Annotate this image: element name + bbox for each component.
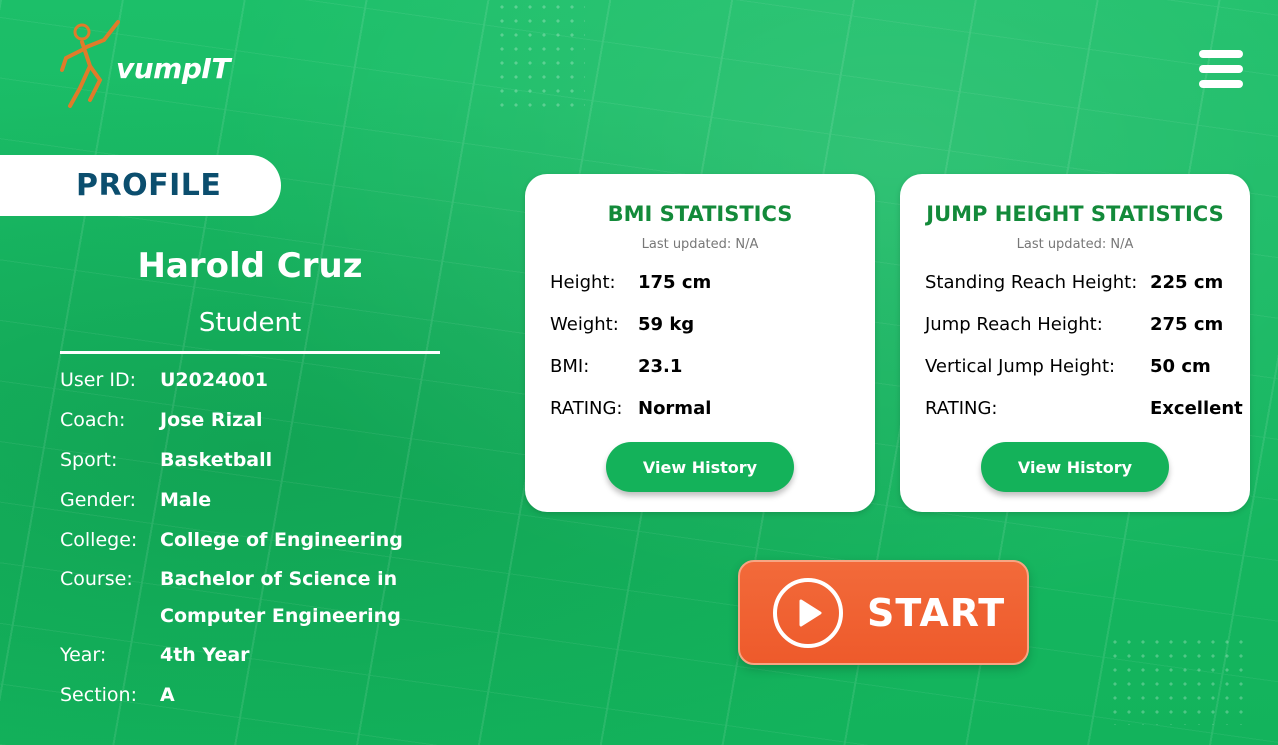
info-label: College: (60, 529, 138, 551)
user-role: Student (198, 308, 302, 338)
info-value: A (160, 684, 175, 706)
start-label: START (867, 590, 1006, 635)
info-value: Jose Rizal (160, 409, 263, 431)
stat-label: BMI: (550, 356, 590, 377)
stat-value: 23.1 (638, 356, 683, 377)
info-row-coach: Coach: Jose Rizal (60, 409, 262, 439)
stat-value: 59 kg (638, 314, 695, 335)
stat-row-rating: RATING: Excellent (925, 398, 1243, 419)
info-value: Male (160, 489, 212, 511)
stat-label: Standing Reach Height: (925, 272, 1138, 293)
stat-label: Height: (550, 272, 616, 293)
info-row-course: Course: Bachelor of Science in Computer … (60, 568, 401, 635)
info-value: U2024001 (160, 369, 268, 391)
card-title: BMI STATISTICS (607, 202, 793, 226)
stat-value: Normal (638, 398, 712, 419)
user-name: Harold Cruz (137, 246, 363, 286)
info-label: User ID: (60, 369, 136, 391)
play-triangle (799, 599, 822, 626)
play-icon (773, 577, 843, 648)
info-label: Course: (60, 568, 133, 590)
bmi-view-history-button[interactable]: View History (606, 442, 794, 492)
info-row-college: College: College of Engineering (60, 529, 403, 559)
stat-label: Vertical Jump Height: (925, 356, 1116, 377)
stat-value: Excellent (1150, 398, 1243, 419)
stat-value: 225 cm (1150, 272, 1224, 293)
stat-row-jump-reach: Jump Reach Height: 275 cm (925, 314, 1223, 335)
stat-label: Weight: (550, 314, 619, 335)
info-row-user-id: User ID: U2024001 (60, 369, 268, 399)
info-row-gender: Gender: Male (60, 489, 211, 519)
stat-row-weight: Weight: 59 kg (550, 314, 694, 335)
info-label: Sport: (60, 449, 118, 471)
info-value: College of Engineering (160, 529, 403, 551)
stat-value: 175 cm (638, 272, 712, 293)
stat-value: 50 cm (1150, 356, 1211, 377)
stat-value: 275 cm (1150, 314, 1224, 335)
info-row-section: Section: A (60, 684, 175, 714)
info-value: Basketball (160, 449, 273, 471)
jumping-person-icon (60, 20, 120, 108)
menu-bar (1199, 65, 1243, 73)
dot-pattern-decoration (1108, 635, 1248, 725)
info-label: Section: (60, 684, 137, 706)
jump-height-statistics-card: JUMP HEIGHT STATISTICS Last updated: N/A… (900, 174, 1250, 512)
hamburger-menu-icon[interactable] (1199, 50, 1243, 88)
app-logo: vumpIT (60, 18, 230, 114)
jump-view-history-button[interactable]: View History (981, 442, 1169, 492)
stat-label: RATING: (925, 398, 998, 419)
stat-row-height: Height: 175 cm (550, 272, 711, 293)
dot-pattern-decoration (495, 0, 585, 110)
start-button[interactable]: START (738, 560, 1029, 665)
last-updated-text: Last updated: N/A (1016, 237, 1134, 252)
stat-row-vertical-jump: Vertical Jump Height: 50 cm (925, 356, 1211, 377)
stat-row-standing-reach: Standing Reach Height: 225 cm (925, 272, 1223, 293)
profile-tab: PROFILE (0, 155, 281, 216)
logo-text: vumpIT (116, 51, 230, 85)
profile-tab-label: PROFILE (76, 168, 222, 203)
bmi-statistics-card: BMI STATISTICS Last updated: N/A Height:… (525, 174, 875, 512)
info-label: Year: (60, 644, 107, 666)
info-value: Computer Engineering (160, 605, 401, 627)
stat-row-bmi: BMI: 23.1 (550, 356, 682, 377)
info-value: Bachelor of Science in (160, 568, 398, 590)
info-value-multiline: Bachelor of Science in Computer Engineer… (160, 568, 401, 635)
last-updated-text: Last updated: N/A (641, 237, 759, 252)
info-row-year: Year: 4th Year (60, 644, 250, 674)
card-title: JUMP HEIGHT STATISTICS (926, 202, 1224, 226)
info-label: Coach: (60, 409, 126, 431)
info-label: Gender: (60, 489, 137, 511)
divider (60, 351, 440, 354)
stat-label: Jump Reach Height: (925, 314, 1103, 335)
stat-row-rating: RATING: Normal (550, 398, 711, 419)
menu-bar (1199, 50, 1243, 58)
menu-bar (1199, 80, 1243, 88)
stat-label: RATING: (550, 398, 623, 419)
info-row-sport: Sport: Basketball (60, 449, 272, 479)
info-value: 4th Year (160, 644, 250, 666)
